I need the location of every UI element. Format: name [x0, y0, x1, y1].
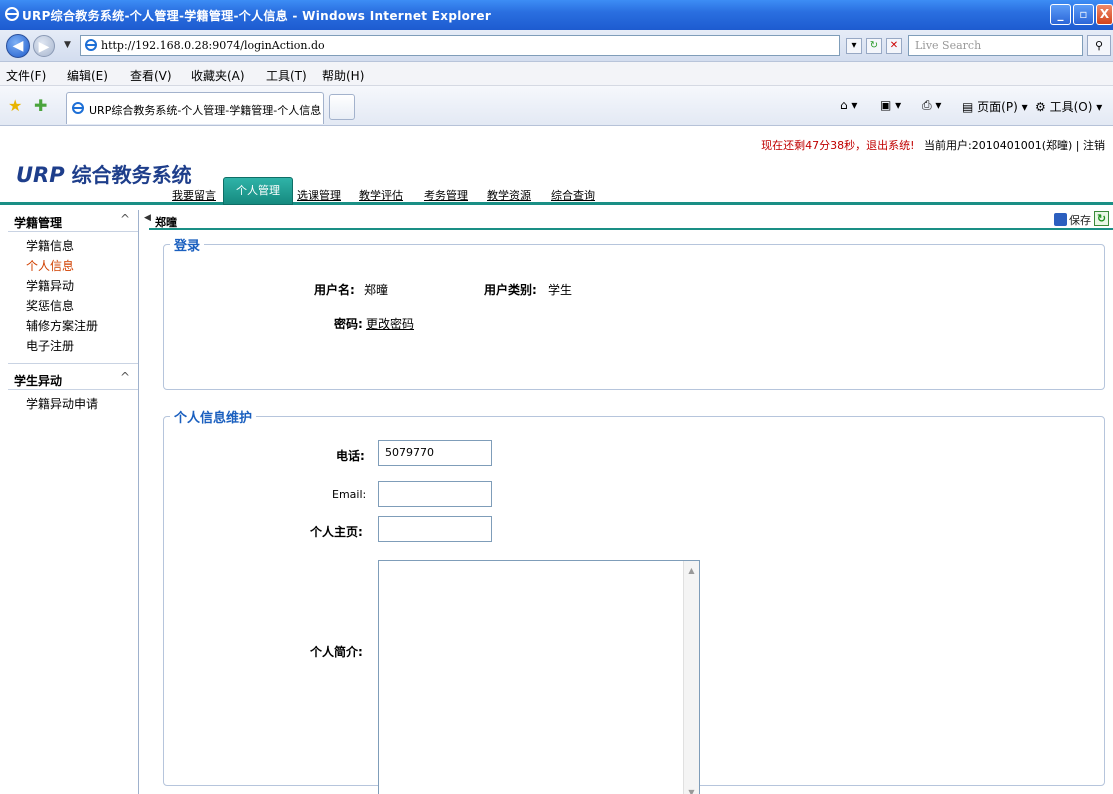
menu-tools[interactable]: 工具(T): [266, 67, 307, 84]
save-button[interactable]: 保存: [1054, 212, 1091, 228]
tab-evaluation[interactable]: 教学评估: [359, 187, 403, 203]
browser-tab-label: URP综合教务系统-个人管理-学籍管理-个人信息: [89, 104, 322, 117]
search-input[interactable]: Live Search: [908, 35, 1083, 56]
tab-course-selection[interactable]: 选课管理: [297, 187, 341, 203]
ie-logo-icon: [5, 7, 19, 21]
breadcrumb: ◀ 郑曈 保存 ↻: [144, 210, 1113, 230]
current-user: 当前用户:2010401001(郑曈): [924, 139, 1073, 152]
change-password-link[interactable]: 更改密码: [366, 315, 414, 332]
bio-label: 个人简介:: [310, 645, 363, 659]
menu-favorites[interactable]: 收藏夹(A): [191, 67, 245, 84]
feeds-icon[interactable]: ▣ ▾: [880, 98, 901, 112]
info-legend: 个人信息维护: [170, 407, 257, 426]
sidebar-group-title: 学生异动: [14, 374, 63, 388]
info-fieldset: 个人信息维护 电话: 5079770 Email: 个人主页: 个人简介: ▲ …: [163, 407, 1105, 794]
print-icon[interactable]: ⎙ ▾: [922, 98, 941, 113]
app-header: URP 综合教务系统 现在还剩47分38秒，退出系统! 当前用户:2010401…: [0, 127, 1113, 205]
sidebar-group-registry[interactable]: 学籍管理 ^: [8, 210, 138, 232]
usertype-label: 用户类别:: [484, 283, 537, 297]
login-fieldset: 登录 用户名: 郑曈 用户类别: 学生 密码: 更改密码: [163, 235, 1105, 390]
ie-page-icon: [85, 39, 97, 51]
email-label: Email:: [332, 488, 367, 501]
bio-textarea[interactable]: ▲ ▼: [378, 560, 700, 794]
sidebar-item-change-apply[interactable]: 学籍异动申请: [8, 393, 138, 413]
search-icon[interactable]: ⚲: [1087, 35, 1111, 56]
collapse-sidebar-icon[interactable]: ◀: [144, 213, 151, 223]
close-button[interactable]: X: [1096, 4, 1113, 25]
usertype-value: 学生: [548, 283, 573, 297]
session-notice[interactable]: 现在还剩47分38秒，退出系统!: [761, 139, 914, 152]
new-tab-button[interactable]: [329, 94, 355, 120]
main-content: ◀ 郑曈 保存 ↻ 登录 用户名: 郑曈 用户类别: 学生 密码: 更改密码 个…: [144, 210, 1113, 794]
username-label: 用户名:: [314, 283, 355, 297]
sidebar-group-change[interactable]: 学生异动 ^: [8, 368, 138, 390]
refresh-page-icon[interactable]: ↻: [1094, 211, 1109, 226]
homepage-input[interactable]: [378, 516, 492, 542]
minimize-button[interactable]: _: [1050, 4, 1071, 25]
sidebar-group-title: 学籍管理: [14, 216, 63, 230]
menu-edit[interactable]: 编辑(E): [67, 67, 108, 84]
sidebar-item-personal-info[interactable]: 个人信息: [8, 255, 138, 275]
ie-tab-icon: [72, 102, 84, 114]
phone-input[interactable]: 5079770: [378, 440, 492, 466]
url-field[interactable]: http://192.168.0.28:9074/loginAction.do: [80, 35, 840, 56]
collapse-caret-icon[interactable]: ^: [120, 370, 130, 384]
refresh-icon[interactable]: ↻: [866, 38, 882, 54]
phone-label: 电话:: [336, 449, 365, 463]
save-disk-icon: [1054, 213, 1067, 226]
tools-menu-label: 工具(O): [1049, 100, 1093, 114]
password-label: 密码:: [334, 317, 363, 331]
username-value: 郑曈: [364, 283, 389, 297]
logout-link[interactable]: 注销: [1083, 139, 1105, 152]
login-legend: 登录: [170, 235, 205, 254]
page-menu-label: 页面(P): [977, 100, 1018, 114]
back-button[interactable]: ◀: [6, 34, 30, 58]
search-placeholder: Live Search: [915, 39, 982, 52]
app-tabs: 我要留言 个人管理 选课管理 教学评估 考务管理 教学资源 综合查询: [0, 175, 1113, 205]
tools-menu[interactable]: ⚙ 工具(O) ▾: [1035, 98, 1102, 115]
url-text: http://192.168.0.28:9074/loginAction.do: [101, 39, 325, 52]
address-bar: ◀ ▶ ▼ http://192.168.0.28:9074/loginActi…: [0, 30, 1113, 62]
email-input[interactable]: [378, 481, 492, 507]
menu-view[interactable]: 查看(V): [130, 67, 172, 84]
home-icon[interactable]: ⌂ ▾: [840, 98, 857, 112]
favorites-star-icon[interactable]: ★: [8, 96, 22, 115]
browser-tab[interactable]: URP综合教务系统-个人管理-学籍管理-个人信息: [66, 92, 324, 124]
sidebar-item-registry-info[interactable]: 学籍信息: [8, 235, 138, 255]
collapse-caret-icon[interactable]: ^: [120, 212, 130, 226]
sidebar-item-e-register[interactable]: 电子注册: [8, 335, 138, 355]
menu-bar: 文件(F) 编辑(E) 查看(V) 收藏夹(A) 工具(T) 帮助(H): [0, 62, 1113, 86]
window-title: URP综合教务系统-个人管理-学籍管理-个人信息 - Windows Inter…: [22, 9, 492, 23]
window-titlebar: URP综合教务系统-个人管理-学籍管理-个人信息 - Windows Inter…: [0, 0, 1113, 30]
session-info: 现在还剩47分38秒，退出系统! 当前用户:2010401001(郑曈) | 注…: [761, 139, 1105, 152]
forward-button[interactable]: ▶: [33, 35, 55, 57]
phone-value: 5079770: [385, 446, 434, 459]
tab-personal[interactable]: 个人管理: [223, 177, 293, 205]
sidebar-item-registry-change[interactable]: 学籍异动: [8, 275, 138, 295]
sidebar-divider: [8, 355, 138, 364]
bio-scrollbar[interactable]: ▲ ▼: [683, 561, 699, 794]
tab-query[interactable]: 综合查询: [551, 187, 595, 203]
sidebar-item-rewards[interactable]: 奖惩信息: [8, 295, 138, 315]
history-dropdown-icon[interactable]: ▼: [64, 40, 71, 50]
tab-message[interactable]: 我要留言: [172, 187, 216, 203]
page-menu[interactable]: ▤ 页面(P) ▾: [962, 98, 1028, 115]
breadcrumb-user: 郑曈: [155, 216, 177, 229]
sidebar: 学籍管理 ^ 学籍信息 个人信息 学籍异动 奖惩信息 辅修方案注册 电子注册 学…: [8, 210, 139, 794]
sidebar-item-minor-register[interactable]: 辅修方案注册: [8, 315, 138, 335]
scroll-up-icon[interactable]: ▲: [685, 563, 698, 579]
add-favorite-icon[interactable]: ✚: [34, 96, 47, 115]
stop-icon[interactable]: ✕: [886, 38, 902, 54]
scroll-down-icon[interactable]: ▼: [685, 785, 698, 794]
menu-help[interactable]: 帮助(H): [322, 67, 364, 84]
url-dropdown-icon[interactable]: ▾: [846, 38, 862, 54]
maximize-button[interactable]: ▫: [1073, 4, 1094, 25]
save-label: 保存: [1069, 214, 1091, 227]
menu-file[interactable]: 文件(F): [6, 67, 46, 84]
tab-resources[interactable]: 教学资源: [487, 187, 531, 203]
homepage-label: 个人主页:: [310, 525, 363, 539]
tab-exam[interactable]: 考务管理: [424, 187, 468, 203]
tab-bar: ★ ✚ URP综合教务系统-个人管理-学籍管理-个人信息 ⌂ ▾ ▣ ▾ ⎙ ▾…: [0, 86, 1113, 126]
